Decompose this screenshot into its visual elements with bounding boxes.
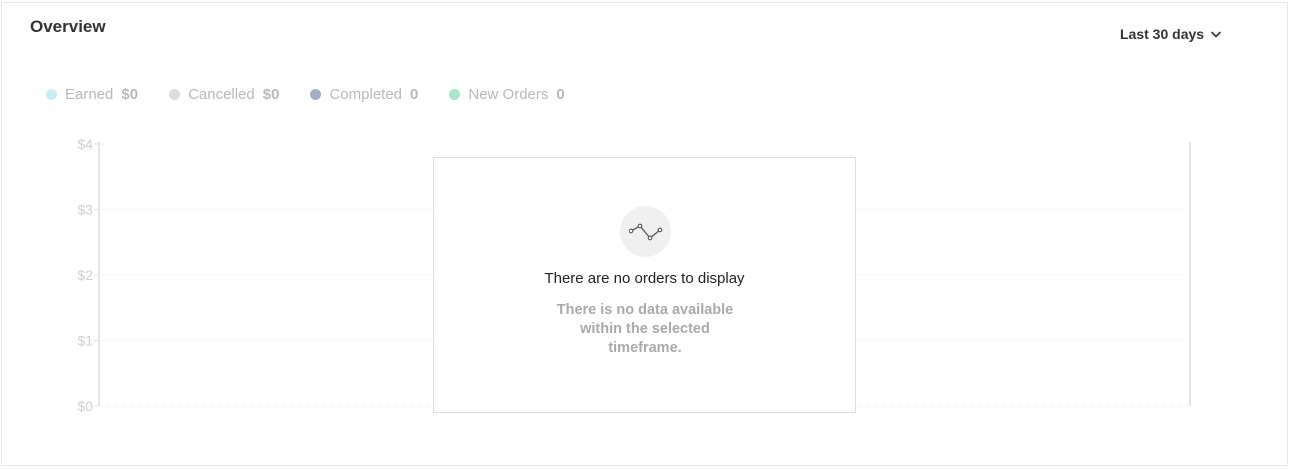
line-chart-icon	[620, 206, 671, 257]
y-tick-label: $0	[77, 398, 93, 414]
y-tick-label: $1	[77, 333, 93, 349]
y-tick-label: $4	[77, 136, 93, 152]
y-tick-label: $3	[77, 202, 93, 218]
empty-state-panel: There are no orders to display There is …	[433, 157, 856, 413]
y-tick-label: $2	[77, 267, 93, 283]
empty-state-subtitle: There is no data available within the se…	[556, 302, 734, 356]
empty-state-title: There are no orders to display	[544, 270, 745, 287]
